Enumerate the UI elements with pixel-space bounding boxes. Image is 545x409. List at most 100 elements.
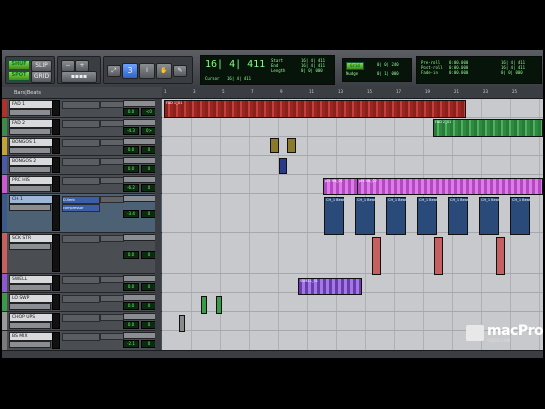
- horizontal-scrollbar[interactable]: [2, 350, 543, 358]
- mode-button-spot[interactable]: SPOT: [8, 71, 30, 81]
- track-name[interactable]: PRC HIS: [9, 176, 53, 185]
- track-io[interactable]: [123, 138, 157, 145]
- track-io[interactable]: [123, 313, 157, 320]
- track-io[interactable]: [123, 176, 157, 183]
- track-name[interactable]: BONGOS 1: [9, 138, 53, 147]
- track-io[interactable]: [123, 234, 157, 241]
- grabber-tool-icon[interactable]: ✋: [156, 63, 172, 79]
- audio-clip-loswp[interactable]: [216, 296, 222, 314]
- send-slot[interactable]: [100, 314, 124, 321]
- track-name[interactable]: CH 1: [9, 195, 53, 204]
- track-io[interactable]: [123, 275, 157, 282]
- audio-clip-bongo[interactable]: [287, 138, 296, 153]
- send-slot[interactable]: [100, 295, 124, 302]
- track-name[interactable]: LO SWP: [9, 294, 53, 303]
- track-volume[interactable]: -3.4: [123, 210, 139, 218]
- zoom-presets[interactable]: ▪▪▪▪: [61, 71, 97, 83]
- track-volume[interactable]: -2.1: [123, 340, 139, 348]
- audio-clip-ch1[interactable]: CH_1 Beat: [448, 197, 468, 235]
- track-volume[interactable]: 0.0: [123, 321, 139, 329]
- edit-window-timeline[interactable]: FAD 1_01 FAD 2_01 prc his_01 prc his_02 …: [162, 99, 543, 358]
- audio-clip-ch1[interactable]: CH_1 Beat: [479, 197, 499, 235]
- audio-clip-prc[interactable]: prc his_02: [357, 178, 543, 195]
- track-record-controls[interactable]: [9, 243, 51, 250]
- track-io[interactable]: [123, 294, 157, 301]
- grid-value[interactable]: 0| 0| 240: [377, 62, 399, 67]
- track-name[interactable]: FAD 2: [9, 119, 53, 128]
- track-header[interactable]: FAD 1 0.0 <0: [2, 99, 162, 118]
- track-header[interactable]: CHOP UPS 0.0 0: [2, 312, 162, 331]
- audio-clip-ch1[interactable]: CH_1 Beat: [386, 197, 406, 235]
- audio-clip-fad2[interactable]: FAD 2_01: [433, 119, 543, 137]
- selector-tool-icon[interactable]: I: [139, 63, 155, 79]
- audio-clip-prc[interactable]: prc his_01: [323, 178, 358, 195]
- send-slot[interactable]: [100, 235, 124, 242]
- track-volume[interactable]: -4.3: [123, 127, 139, 135]
- send-slot[interactable]: [100, 177, 124, 184]
- pencil-tool-icon[interactable]: ✎: [173, 65, 187, 77]
- track-header[interactable]: FAD 2 -4.3 0>: [2, 118, 162, 137]
- track-name[interactable]: SCK STR: [9, 234, 53, 243]
- audio-clip-ch1[interactable]: CH_1 Beat: [324, 197, 344, 235]
- insert-slot[interactable]: [62, 139, 100, 147]
- track-header-selected[interactable]: CH 1 D-Verb compressor -3.4 0: [2, 194, 162, 233]
- audio-clip-fad1[interactable]: FAD 1_01: [164, 100, 466, 118]
- track-name[interactable]: FAD 1: [9, 100, 53, 109]
- length-value[interactable]: 0| 0| 000: [301, 68, 325, 73]
- mode-button-grid[interactable]: GRID: [31, 71, 52, 83]
- send-slot[interactable]: [100, 196, 124, 203]
- fade-in-value[interactable]: 0:00.000: [449, 70, 468, 75]
- audio-clip-bongo2[interactable]: [279, 158, 287, 174]
- track-volume[interactable]: 0.0: [123, 108, 139, 116]
- track-volume[interactable]: 0.0: [123, 251, 139, 259]
- audio-clip-sck[interactable]: [372, 237, 381, 275]
- track-volume[interactable]: 0.0: [123, 283, 139, 291]
- track-record-controls[interactable]: [9, 204, 51, 211]
- audio-clip-sck[interactable]: [496, 237, 505, 275]
- grid-button[interactable]: Grid: [346, 62, 364, 70]
- send-slot[interactable]: [100, 139, 124, 146]
- send-slot[interactable]: [100, 101, 124, 108]
- track-header[interactable]: SWELL 0.0 0: [2, 274, 162, 293]
- zoomer-tool-icon[interactable]: ⤢: [107, 65, 121, 77]
- track-name[interactable]: BS MIX: [9, 332, 53, 341]
- track-io[interactable]: [123, 332, 157, 339]
- insert-slot-compressor[interactable]: compressor: [62, 204, 100, 212]
- nudge-value[interactable]: 0| 1| 000: [377, 71, 399, 76]
- bars-beats-ruler[interactable]: 1 3 5 7 9 11 13 15 17 19 21 23 25: [162, 87, 543, 99]
- track-io[interactable]: [123, 195, 157, 202]
- secondary-length[interactable]: 0| 0| 000: [501, 70, 525, 75]
- track-header[interactable]: BONGOS 1 0.0 0: [2, 137, 162, 156]
- track-volume[interactable]: 0.0: [123, 146, 139, 154]
- send-slot[interactable]: [100, 276, 124, 283]
- track-record-controls[interactable]: [9, 185, 51, 192]
- send-slot[interactable]: [100, 120, 124, 127]
- audio-clip-loswp[interactable]: [201, 296, 207, 314]
- send-slot[interactable]: [100, 158, 124, 165]
- insert-slot[interactable]: [62, 235, 100, 243]
- track-record-controls[interactable]: [9, 303, 51, 310]
- track-record-controls[interactable]: [9, 341, 51, 348]
- track-header[interactable]: BS MIX -2.1 0: [2, 331, 162, 351]
- track-record-controls[interactable]: [9, 128, 51, 135]
- track-header[interactable]: BONGOS 2 0.0 0: [2, 156, 162, 175]
- track-volume[interactable]: 0.0: [123, 165, 139, 173]
- track-io[interactable]: [123, 157, 157, 164]
- track-header[interactable]: PRC HIS -6.2 0: [2, 175, 162, 194]
- insert-slot[interactable]: [62, 177, 100, 185]
- trim-tool-icon[interactable]: 3: [122, 63, 138, 79]
- insert-slot[interactable]: [62, 158, 100, 166]
- track-record-controls[interactable]: [9, 109, 51, 116]
- track-io[interactable]: [123, 100, 157, 107]
- track-volume[interactable]: -6.2: [123, 184, 139, 192]
- track-name[interactable]: SWELL: [9, 275, 53, 284]
- send-slot[interactable]: [100, 333, 124, 340]
- audio-clip-sck[interactable]: [434, 237, 443, 275]
- track-header[interactable]: SCK STR 0.0 0: [2, 233, 162, 274]
- insert-slot[interactable]: [62, 276, 100, 284]
- insert-slot[interactable]: [62, 314, 100, 322]
- track-io[interactable]: [123, 119, 157, 126]
- audio-clip-ch1[interactable]: CH_1 Beat: [417, 197, 437, 235]
- insert-slot[interactable]: [62, 333, 100, 341]
- audio-clip-swell[interactable]: SWELL_01: [298, 278, 362, 295]
